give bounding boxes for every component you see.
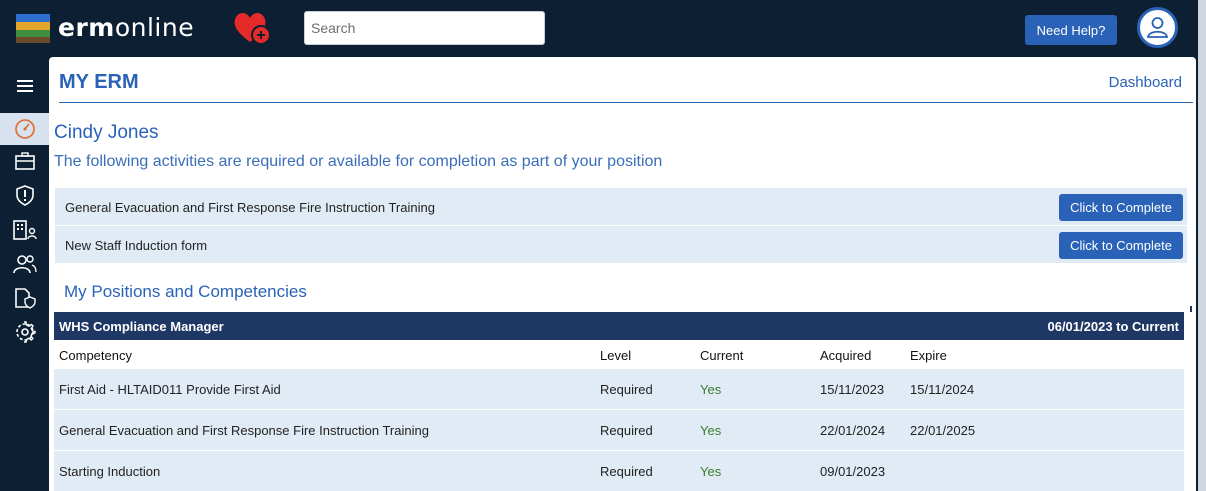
competency-level: Required <box>600 423 653 438</box>
competency-acquired: 22/01/2024 <box>820 423 886 438</box>
sidebar-item-menu[interactable] <box>0 70 49 102</box>
user-icon <box>1146 17 1169 38</box>
column-header-expire[interactable]: Expire <box>910 348 947 363</box>
sidebar <box>0 57 49 491</box>
people-icon <box>12 255 37 274</box>
click-to-complete-button[interactable]: Click to Complete <box>1059 194 1183 221</box>
page-scrollbar[interactable] <box>1198 0 1206 491</box>
erm-logo-icon[interactable] <box>16 12 52 44</box>
activity-row: New Staff Induction form Click to Comple… <box>55 226 1187 264</box>
position-header: WHS Compliance Manager 06/01/2023 to Cur… <box>54 312 1184 340</box>
search-input[interactable] <box>304 11 545 45</box>
building-person-icon <box>12 220 37 240</box>
intro-text: The following activities are required or… <box>54 153 663 170</box>
dashboard-link[interactable]: Dashboard <box>1109 74 1182 91</box>
competency-current: Yes <box>700 423 722 438</box>
file-shield-icon <box>14 288 36 309</box>
position-dates: 06/01/2023 to Current <box>1047 319 1179 334</box>
table-row[interactable]: First Aid - HLTAID011 Provide First Aid … <box>54 369 1184 410</box>
competency-level: Required <box>600 464 653 479</box>
competency-acquired: 09/01/2023 <box>820 464 886 479</box>
activities-table: General Evacuation and First Response Fi… <box>55 188 1187 264</box>
column-header-level[interactable]: Level <box>600 348 631 363</box>
competency-acquired: 15/11/2023 <box>820 382 885 397</box>
scroll-marker <box>1190 306 1192 312</box>
user-name: Cindy Jones <box>54 122 159 143</box>
briefcase-icon <box>14 152 35 170</box>
sidebar-item-people[interactable] <box>0 248 49 280</box>
brand-name[interactable]: ermonline <box>58 13 194 42</box>
brand-light: online <box>114 13 195 42</box>
sidebar-item-organisation[interactable] <box>0 214 49 246</box>
gear-icon <box>15 321 36 343</box>
sidebar-item-documents[interactable] <box>0 282 49 314</box>
column-header-acquired[interactable]: Acquired <box>820 348 871 363</box>
sidebar-item-safety[interactable] <box>0 179 49 211</box>
title-divider <box>59 102 1193 103</box>
column-header-competency[interactable]: Competency <box>59 348 132 363</box>
column-header-current[interactable]: Current <box>700 348 743 363</box>
dashboard-gauge-icon <box>14 119 35 139</box>
click-to-complete-button[interactable]: Click to Complete <box>1059 232 1183 259</box>
menu-icon <box>16 80 33 92</box>
competency-level: Required <box>600 382 653 397</box>
top-bar: ermonline Need Help? <box>0 0 1206 57</box>
page-title: MY ERM <box>59 71 139 93</box>
user-avatar[interactable] <box>1137 7 1178 48</box>
activity-row: General Evacuation and First Response Fi… <box>55 188 1187 226</box>
competency-expire: 15/11/2024 <box>910 382 975 397</box>
sidebar-item-dashboard[interactable] <box>0 113 49 145</box>
competency-current: Yes <box>700 464 722 479</box>
table-row[interactable]: General Evacuation and First Response Fi… <box>54 410 1184 451</box>
need-help-button[interactable]: Need Help? <box>1025 15 1117 45</box>
competency-current: Yes <box>700 382 722 397</box>
brand-bold: erm <box>58 13 115 42</box>
competency-name: First Aid - HLTAID011 Provide First Aid <box>59 382 281 397</box>
position-name: WHS Compliance Manager <box>59 319 224 334</box>
competencies-table: Competency Level Current Acquired Expire… <box>54 340 1184 491</box>
sidebar-item-settings[interactable] <box>0 316 49 348</box>
competency-name: General Evacuation and First Response Fi… <box>59 423 429 438</box>
heart-plus-icon[interactable] <box>232 10 272 46</box>
main-panel: MY ERM Dashboard Cindy Jones The followi… <box>49 57 1196 491</box>
activity-name: General Evacuation and First Response Fi… <box>65 200 435 215</box>
table-header: Competency Level Current Acquired Expire <box>54 340 1184 369</box>
positions-section-title: My Positions and Competencies <box>64 282 307 301</box>
competency-expire: 22/01/2025 <box>910 423 976 438</box>
shield-alert-icon <box>15 185 34 206</box>
activity-name: New Staff Induction form <box>65 238 208 253</box>
sidebar-item-positions[interactable] <box>0 145 49 177</box>
table-row[interactable]: Starting Induction Required Yes 09/01/20… <box>54 451 1184 491</box>
competency-name: Starting Induction <box>59 464 161 479</box>
